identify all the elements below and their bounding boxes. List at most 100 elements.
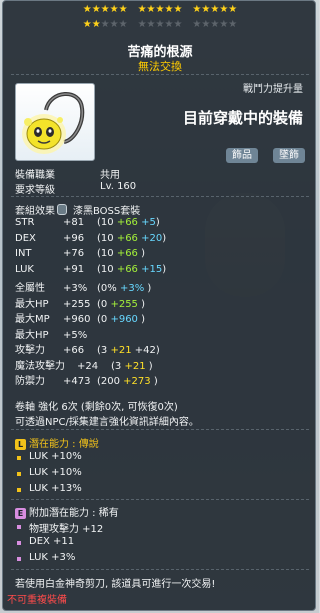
stat-name: 最大MP	[15, 314, 50, 325]
stat-name: LUK	[15, 263, 34, 275]
unique-equip-note: 不可重複裝備	[7, 595, 67, 606]
stat-base: (10	[97, 217, 117, 228]
additional-potential-header: E 附加潛在能力 : 稀有	[15, 504, 119, 519]
star-icon: ★	[146, 19, 156, 30]
star-icon: ★	[118, 19, 128, 30]
stat-base: (10	[97, 248, 117, 259]
stat-bonus: +960	[110, 314, 142, 325]
divider	[11, 499, 309, 500]
stat-name: 全屬性	[15, 283, 45, 294]
stat-total: +255	[63, 298, 91, 310]
stat-name: 防禦力	[15, 376, 45, 387]
stat-close: )	[153, 376, 158, 387]
stat-enhance: +15	[141, 263, 163, 275]
power-increase-label: 戰鬥力提升量	[243, 84, 303, 95]
item-icon-frame	[15, 83, 95, 161]
stat-base: (0%	[97, 283, 120, 294]
stat-row: STR +81 (10 +66 +5)	[15, 217, 160, 228]
platinum-scissors-note: 若使用白金神奇剪刀, 該道具可進行一次交易!	[15, 579, 216, 590]
bullet-icon	[17, 472, 21, 476]
star-icon: ★	[228, 19, 238, 30]
stat-row: 防禦力 +473 (200 +273 )	[15, 372, 158, 387]
stat-total: +24	[77, 360, 99, 372]
stat-base: (0	[97, 298, 111, 310]
set-effect-value: 漆黑BOSS套裝	[73, 206, 141, 217]
set-effect-label: 套組效果	[15, 206, 55, 217]
star-icon: ★	[118, 4, 128, 15]
divider	[11, 569, 309, 570]
stat-total: +96	[63, 232, 85, 244]
stat-base: (3	[97, 345, 111, 356]
star-icon: ★	[91, 4, 101, 15]
potential-line: 物理攻擊力 +12	[29, 524, 104, 535]
star-icon: ★	[109, 19, 119, 30]
set-info-icon[interactable]	[57, 204, 67, 215]
stat-bonus: +66	[116, 248, 142, 259]
currently-equipped-text: 目前穿戴中的裝備	[182, 109, 303, 127]
divider	[11, 429, 309, 430]
stat-bonus: +66	[116, 232, 142, 244]
stat-close: )	[148, 360, 153, 372]
bullet-icon	[17, 541, 21, 545]
potential-line: LUK +3%	[29, 552, 76, 563]
star-icon: ★	[228, 4, 238, 15]
star-icon: ★	[100, 19, 110, 30]
stat-base: (200	[97, 376, 124, 387]
star-force-row-1: ★★★★★ ★★★★★ ★★★★★	[3, 4, 317, 16]
stat-close: )	[147, 283, 152, 294]
level-value: Lv. 160	[100, 181, 137, 192]
stat-total: +66	[63, 345, 85, 356]
bullet-icon	[17, 557, 21, 561]
legendary-potential-icon: L	[15, 439, 26, 450]
stat-bonus: +21	[124, 360, 149, 372]
star-icon: ★	[219, 19, 229, 30]
stat-bonus: +3%	[119, 283, 148, 294]
stat-row: 魔法攻擊力 +24 (3 +21 )	[15, 357, 153, 372]
stat-total: +91	[63, 263, 85, 275]
star-icon: ★	[100, 4, 110, 15]
trade-status: 無法交換	[138, 60, 182, 73]
epic-additional-potential-icon: E	[15, 508, 26, 519]
divider	[11, 74, 309, 75]
star-force-row-2: ★★★★★ ★★★★★ ★★★★★	[3, 19, 317, 31]
potential-line: LUK +10%	[29, 467, 82, 478]
potential-line: LUK +10%	[29, 451, 82, 462]
stat-row: 攻擊力 +66 (3 +21 +42)	[15, 341, 160, 356]
stat-name: DEX	[15, 232, 36, 244]
stat-bonus: +273	[123, 376, 154, 387]
star-icon: ★	[210, 4, 220, 15]
stat-row: LUK +91 (10 +66 +15)	[15, 264, 166, 275]
stat-name: 攻擊力	[15, 345, 45, 356]
divider	[11, 196, 309, 197]
stat-close: )	[141, 248, 146, 259]
stat-name: 最大HP	[15, 329, 49, 341]
stat-close: )	[155, 217, 160, 228]
stat-row: INT +76 (10 +66 )	[15, 248, 145, 259]
star-icon: ★	[109, 4, 119, 15]
item-tooltip-panel: ★★★★★ ★★★★★ ★★★★★ ★★★★★ ★★★★★ ★★★★★ 苦痛的根源 無法…	[2, 0, 316, 611]
stat-total: +81	[63, 217, 85, 228]
stat-bonus: +66	[116, 217, 142, 228]
star-icon: ★	[146, 4, 156, 15]
stat-close: )	[155, 345, 160, 356]
stat-enhance: +5	[141, 217, 156, 228]
stat-total: +3%	[63, 283, 88, 294]
potential-line: LUK +13%	[29, 483, 82, 494]
additional-potential-title: 附加潛在能力 : 稀有	[29, 508, 119, 519]
stat-total: +5%	[63, 329, 88, 341]
category-tag-pendant: 墜飾	[273, 148, 305, 163]
stat-total: +76	[63, 248, 85, 259]
level-label: 要求等級	[15, 185, 55, 196]
stat-name: INT	[15, 248, 32, 259]
npc-info-line: 可透過NPC/採集建言強化資訊詳細內容。	[15, 417, 199, 428]
stat-bonus: +66	[116, 263, 142, 275]
star-icon: ★	[219, 4, 229, 15]
stat-name: STR	[15, 217, 35, 228]
stat-close: )	[141, 314, 146, 325]
stat-bonus: +255	[110, 298, 142, 310]
bullet-icon	[17, 456, 21, 460]
stat-close: )	[162, 263, 167, 275]
stat-enhance: +42	[134, 345, 156, 356]
stat-bonus: +21	[110, 345, 135, 356]
stat-enhance: +20	[141, 232, 163, 244]
